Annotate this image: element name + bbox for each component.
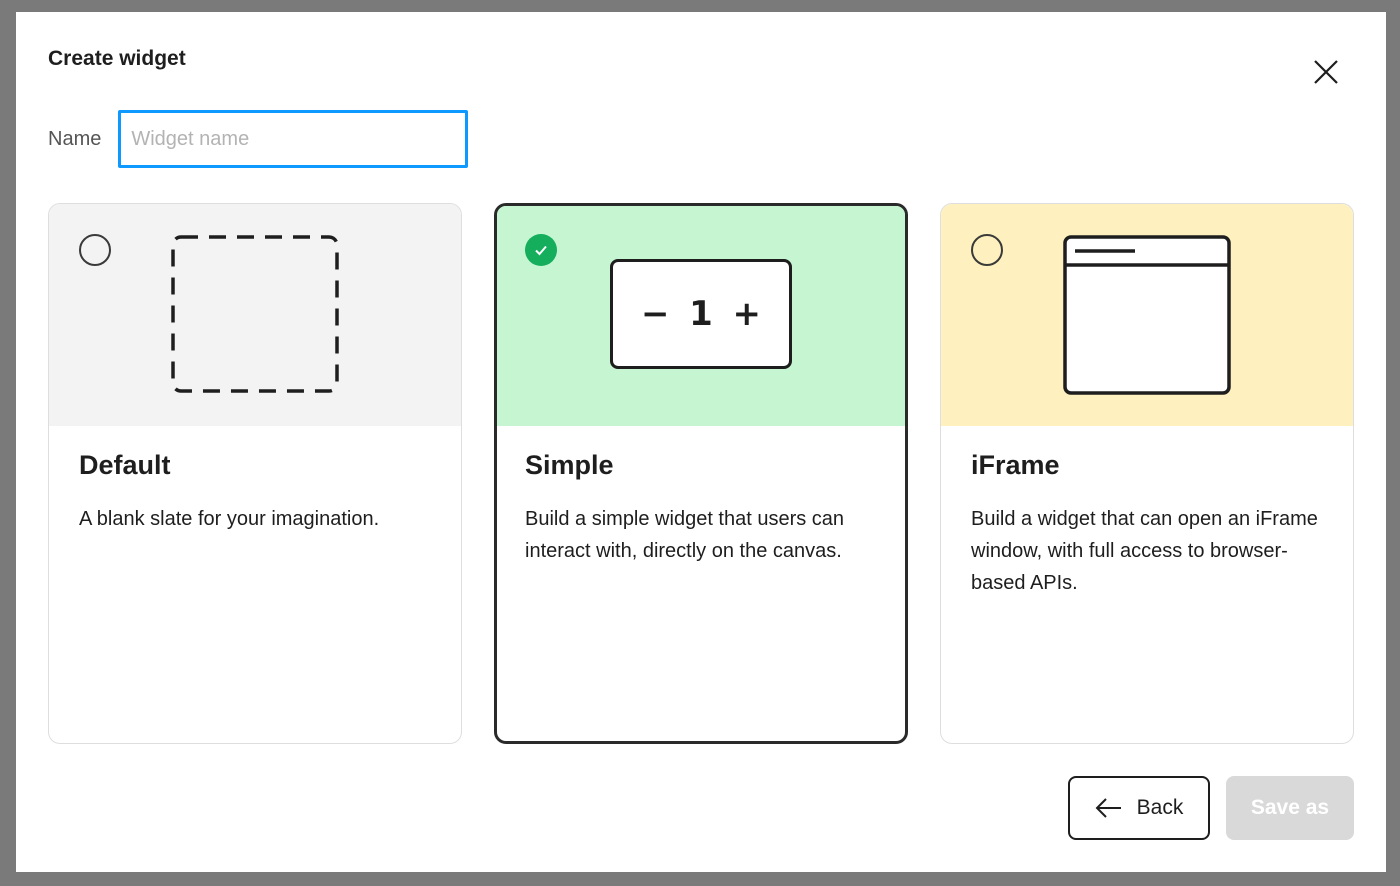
create-widget-dialog: Create widget Name Default A blank slate xyxy=(16,12,1386,872)
widget-name-input[interactable] xyxy=(118,110,469,168)
counter-icon: − 1 + xyxy=(610,259,792,369)
card-title: iFrame xyxy=(971,450,1060,480)
card-preview xyxy=(941,204,1353,426)
dialog-title: Create widget xyxy=(48,47,186,70)
dashed-square-icon xyxy=(171,235,341,402)
back-button-label: Back xyxy=(1136,796,1184,819)
dialog-footer: Back Save as xyxy=(1068,776,1354,840)
back-button[interactable]: Back xyxy=(1068,776,1210,840)
card-preview xyxy=(49,204,461,426)
card-description: Build a simple widget that users can int… xyxy=(525,508,845,562)
close-button[interactable] xyxy=(1306,52,1346,92)
close-icon xyxy=(1314,60,1338,84)
radio-button[interactable] xyxy=(971,234,1003,266)
card-body: iFrame Build a widget that can open an i… xyxy=(941,426,1353,623)
radio-button-checked[interactable] xyxy=(525,234,557,266)
plus-glyph: + xyxy=(732,294,761,334)
radio-button[interactable] xyxy=(79,234,111,266)
card-title: Default xyxy=(79,450,171,480)
card-preview: − 1 + xyxy=(497,206,905,426)
minus-glyph: − xyxy=(641,294,670,334)
name-label: Name xyxy=(48,127,102,150)
widget-type-default-card[interactable]: Default A blank slate for your imaginati… xyxy=(48,203,462,744)
card-title: Simple xyxy=(525,450,614,480)
card-description: A blank slate for your imagination. xyxy=(79,508,380,530)
card-body: Simple Build a simple widget that users … xyxy=(497,426,905,591)
save-as-button[interactable]: Save as xyxy=(1226,776,1354,840)
arrow-left-icon xyxy=(1095,798,1121,818)
widget-type-options: Default A blank slate for your imaginati… xyxy=(48,203,1354,744)
name-row: Name xyxy=(48,110,469,168)
widget-type-iframe-card[interactable]: iFrame Build a widget that can open an i… xyxy=(940,203,1354,744)
browser-window-icon xyxy=(1063,235,1233,402)
widget-type-simple-card[interactable]: − 1 + Simple Build a simple widget that … xyxy=(494,203,908,744)
counter-value: 1 xyxy=(689,294,713,334)
checkmark-icon xyxy=(535,245,547,256)
card-body: Default A blank slate for your imaginati… xyxy=(49,426,461,559)
card-description: Build a widget that can open an iFrame w… xyxy=(971,508,1318,594)
